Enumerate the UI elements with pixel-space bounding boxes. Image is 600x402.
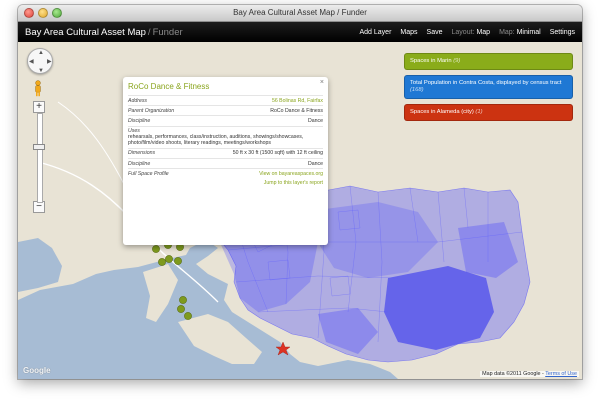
- layer-list: Spaces in Marin (9) Total Population in …: [404, 53, 573, 126]
- pan-down-icon[interactable]: ▼: [38, 68, 44, 74]
- map-attribution: Map data ©2011 Google - Terms of Use: [480, 371, 579, 377]
- popup-title: RoCo Dance & Fitness: [128, 82, 210, 91]
- app-title-separator: /: [147, 26, 151, 38]
- layer-item-contra-costa-population[interactable]: Total Population in Contra Costa, displa…: [404, 75, 573, 99]
- pan-left-icon[interactable]: ◀: [29, 59, 34, 65]
- space-marker: [177, 305, 185, 313]
- space-marker: [158, 258, 166, 266]
- tract-large-east: [384, 266, 494, 350]
- space-marker: [174, 257, 182, 265]
- pan-right-icon[interactable]: ▶: [47, 59, 52, 65]
- save-button[interactable]: Save: [427, 29, 443, 36]
- space-marker: [152, 245, 160, 253]
- popup-row-discipline: Discipline Dance: [128, 157, 323, 168]
- popup-row-dimensions: Dimensions 50 ft x 30 ft (1500 sqft) wit…: [128, 147, 323, 158]
- map-canvas[interactable]: ▲ ▼ ◀ ▶ + − × RoCo Dance & Fitness Addre…: [18, 42, 582, 379]
- top-nav: Add Layer Maps Save Layout: Map Map: Min…: [360, 29, 576, 36]
- popup-close-icon[interactable]: ×: [320, 79, 324, 86]
- window-title: Bay Area Cultural Asset Map / Funder: [233, 8, 367, 17]
- street-view-pegman-icon[interactable]: [33, 80, 43, 97]
- attribution-text: Map data ©2011 Google -: [482, 371, 544, 377]
- popup-row-discipline: Discipline Dance: [128, 115, 323, 125]
- map-style-value: Minimal: [516, 28, 541, 36]
- popup-row-uses: Uses rehearsals, performances, class/ins…: [128, 125, 323, 148]
- layer-count: (168): [410, 87, 424, 93]
- layout-label: Layout:: [451, 28, 475, 36]
- layer-item-alameda-spaces[interactable]: Spaces in Alameda (city) (1): [404, 104, 573, 121]
- pan-up-icon[interactable]: ▲: [38, 50, 44, 56]
- terms-of-use-link[interactable]: Terms of Use: [545, 371, 577, 377]
- map-style-label: Map:: [499, 28, 515, 36]
- popup-row-label: Dimensions: [128, 150, 156, 157]
- app-title: Bay Area Cultural Asset Map: [25, 26, 146, 38]
- popup-row-value: RoCo Dance & Fitness: [270, 107, 323, 114]
- popup-row-parent-org: Parent Organization RoCo Dance & Fitness: [128, 105, 323, 115]
- layer-count: (9): [453, 58, 461, 64]
- popup-row-value: Dance: [308, 160, 323, 167]
- popup-row-label: Discipline: [128, 117, 151, 124]
- popup-row-label: Discipline: [128, 160, 151, 167]
- pan-control[interactable]: ▲ ▼ ◀ ▶: [27, 48, 53, 74]
- window-titlebar: Bay Area Cultural Asset Map / Funder: [18, 5, 582, 22]
- map-style-selector[interactable]: Map: Minimal: [499, 29, 541, 36]
- popup-row-profile: Full Space Profile View on bayareaspaces…: [128, 168, 323, 178]
- space-info-popup: × RoCo Dance & Fitness Address 56 Bolina…: [123, 77, 328, 245]
- layout-selector[interactable]: Layout: Map: [452, 29, 491, 36]
- zoom-control: + −: [33, 101, 45, 213]
- space-marker: [165, 255, 173, 263]
- space-marker: [184, 312, 192, 320]
- maps-button[interactable]: Maps: [400, 29, 417, 36]
- layer-label: Spaces in Marin: [410, 58, 452, 64]
- layer-count: (1): [475, 109, 483, 115]
- space-marker: [179, 296, 187, 304]
- browser-window: Bay Area Cultural Asset Map / Funder Bay…: [18, 5, 582, 379]
- settings-button[interactable]: Settings: [550, 29, 575, 36]
- layer-label: Total Population in Contra Costa, displa…: [410, 80, 562, 86]
- popup-row-label: Parent Organization: [128, 107, 175, 114]
- google-logo[interactable]: Google: [23, 366, 51, 375]
- coast-ocean: [18, 238, 62, 292]
- zoom-slider-thumb[interactable]: [33, 144, 45, 150]
- popup-row-value: 50 ft x 30 ft (1500 sqft) with 12 ft cei…: [232, 150, 323, 157]
- layer-item-marin-spaces[interactable]: Spaces in Marin (9): [404, 53, 573, 70]
- app-subtitle: Funder: [152, 26, 183, 38]
- popup-row-label: Address: [128, 97, 148, 104]
- road: [57, 101, 129, 193]
- layout-value: Map: [476, 28, 491, 36]
- app-header: Bay Area Cultural Asset Map / Funder Add…: [18, 22, 582, 42]
- popup-row-address: Address 56 Bolinas Rd, Fairfax: [128, 95, 323, 105]
- jump-to-report-link[interactable]: Jump to this layer's report: [128, 178, 323, 187]
- popup-row-label: Full Space Profile: [128, 170, 169, 177]
- add-layer-button[interactable]: Add Layer: [360, 29, 392, 36]
- popup-row-value: rehearsals, performances, class/instruct…: [128, 134, 304, 147]
- zoom-in-button[interactable]: +: [33, 101, 45, 113]
- space-profile-link[interactable]: View on bayareaspaces.org: [259, 171, 323, 177]
- layer-label: Spaces in Alameda (city): [410, 109, 474, 115]
- zoom-slider[interactable]: [33, 113, 45, 203]
- popup-row-value: Dance: [308, 117, 323, 124]
- address-link[interactable]: 56 Bolinas Rd, Fairfax: [272, 98, 323, 104]
